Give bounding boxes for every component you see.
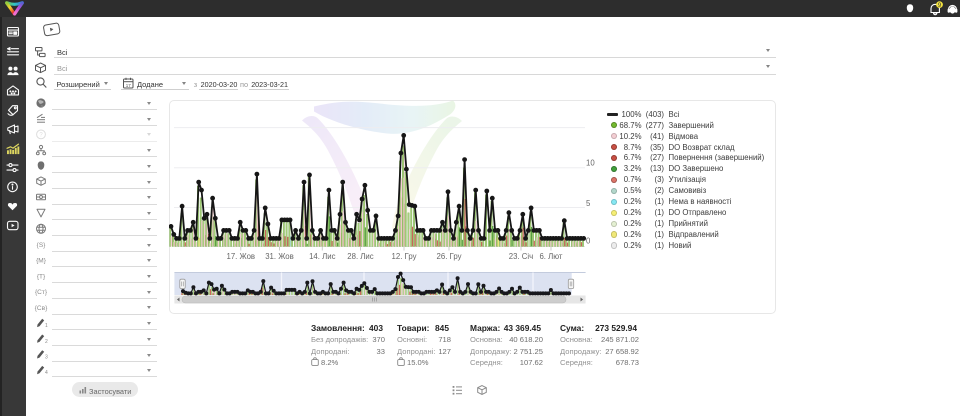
svg-text:14. Лис: 14. Лис (309, 252, 335, 261)
svg-text:12. Гру: 12. Гру (392, 252, 417, 261)
svg-text:31. Жов: 31. Жов (265, 252, 294, 261)
svg-text:5: 5 (586, 199, 591, 208)
svg-text:10: 10 (586, 159, 595, 168)
svg-text:17. Жов: 17. Жов (226, 252, 255, 261)
svg-text:6. Лют: 6. Лют (539, 252, 562, 261)
svg-text:0: 0 (586, 237, 591, 246)
svg-text:28. Лис: 28. Лис (347, 252, 373, 261)
svg-text:26. Гру: 26. Гру (437, 252, 462, 261)
svg-text:23. Січ: 23. Січ (509, 252, 533, 261)
